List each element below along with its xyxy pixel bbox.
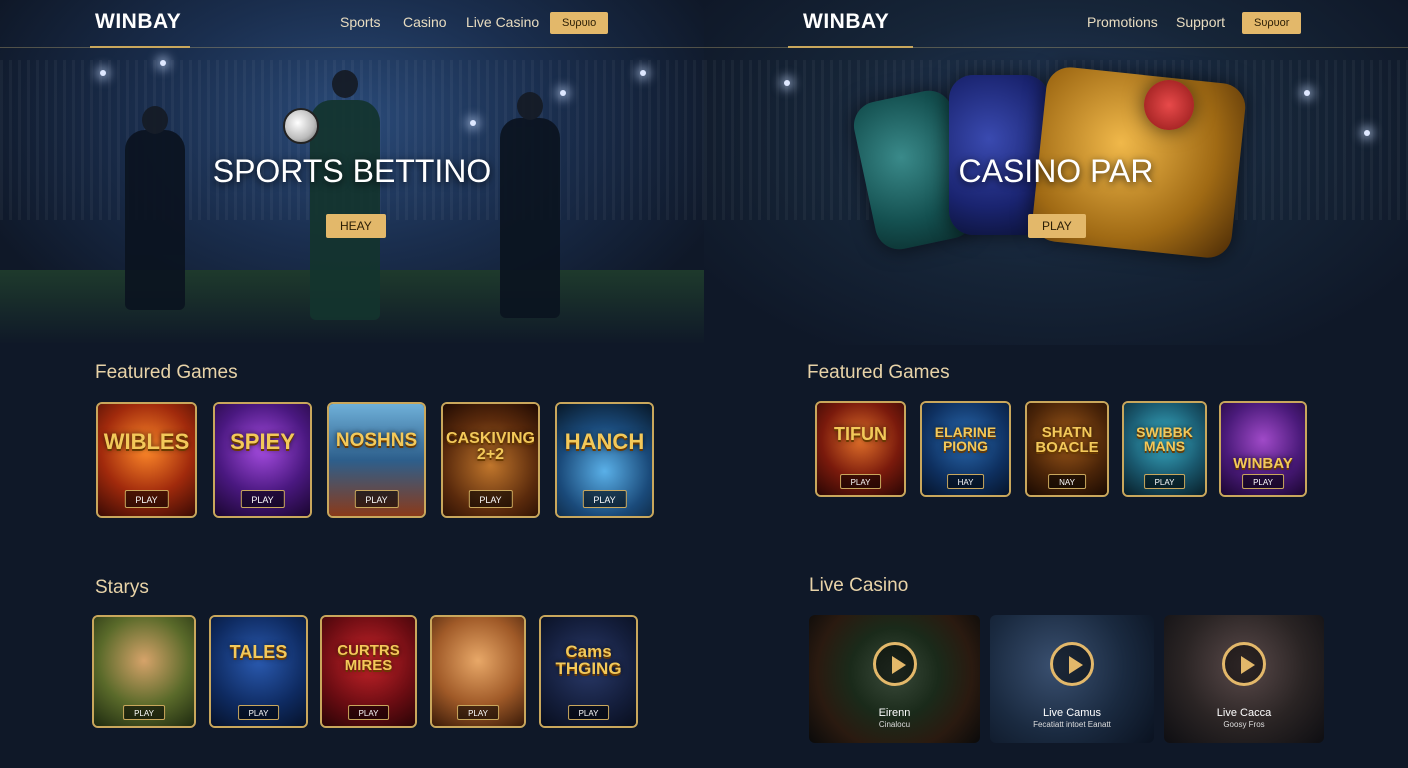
play-icon[interactable]	[1222, 641, 1266, 686]
active-indicator	[90, 46, 190, 48]
player-silhouette	[500, 92, 560, 318]
featured-games-title: Featured Games	[95, 362, 238, 383]
game-card[interactable]: Cams THGING PLAY	[539, 615, 638, 728]
play-button[interactable]: PLAY	[468, 490, 513, 508]
nav-sports[interactable]: Sports	[340, 14, 380, 30]
nav-promotions[interactable]: Promotions	[1087, 14, 1158, 30]
top-nav: WINBAY Sports Casino Live Casino Sυρυιο	[0, 0, 704, 48]
stadium-light	[560, 90, 566, 96]
logo[interactable]: WINBAY	[803, 10, 889, 34]
stadium-light	[470, 120, 476, 126]
play-button[interactable]: PLAY	[1143, 474, 1186, 489]
live-casino-title: Live Casino	[809, 575, 909, 596]
top-nav: WINBAY Promotions Support Sυρυοr	[704, 0, 1408, 48]
stadium-light	[640, 70, 646, 76]
section-title: Starys	[95, 577, 149, 598]
stadium-light	[1364, 130, 1370, 136]
play-button[interactable]: HAY	[946, 474, 985, 489]
play-button[interactable]: PLAY	[237, 705, 280, 720]
game-card[interactable]: ELARINE PIONG HAY	[920, 401, 1011, 497]
play-button[interactable]: PLAY	[240, 490, 285, 508]
play-button[interactable]: PLAY	[582, 490, 627, 508]
game-card[interactable]: TIFUN PLAY	[815, 401, 906, 497]
hero-play-button[interactable]: PLAY	[1028, 214, 1086, 238]
game-card[interactable]: SHATN BOACLE NAY	[1025, 401, 1109, 497]
play-button[interactable]: PLAY	[354, 490, 399, 508]
live-game-card[interactable]: Eirenn Cinalocu	[809, 615, 980, 743]
play-button[interactable]: PLAY	[347, 705, 390, 720]
player-silhouette	[310, 70, 380, 320]
football-icon	[283, 108, 319, 144]
nav-live-casino[interactable]: Live Casino	[466, 14, 539, 30]
logo[interactable]: WINBAY	[95, 10, 181, 34]
stadium-light	[160, 60, 166, 66]
play-button[interactable]: PLAY	[567, 705, 610, 720]
featured-games-title: Featured Games	[807, 362, 950, 383]
red-chip-icon	[1144, 80, 1194, 130]
play-button[interactable]: NAY	[1048, 474, 1086, 489]
support-button[interactable]: Sυρυιο	[550, 12, 609, 34]
stadium-light	[100, 70, 106, 76]
live-game-card[interactable]: Live Cacca Goosy Fros	[1164, 615, 1324, 743]
play-button[interactable]: PLAY	[123, 705, 165, 720]
game-card[interactable]: SWIBBK MANS PLAY	[1122, 401, 1207, 497]
game-card[interactable]: HANCH PLAY	[555, 402, 654, 518]
active-indicator	[788, 46, 913, 48]
game-card[interactable]: CASKIVING 2+2 PLAY	[441, 402, 540, 518]
stadium-light	[784, 80, 790, 86]
game-card[interactable]: NOSHNS PLAY	[327, 402, 426, 518]
hero-title: SPORTS BETTINO	[212, 153, 492, 189]
play-icon[interactable]	[1050, 641, 1094, 686]
support-button[interactable]: Sυρυοr	[1242, 12, 1302, 34]
play-button[interactable]: PLAY	[1242, 474, 1284, 489]
stadium-light	[1304, 90, 1310, 96]
game-card[interactable]: PLAY	[92, 615, 196, 728]
game-card[interactable]: WIBLES PLAY	[96, 402, 197, 518]
hero-play-button[interactable]: HEAY	[326, 214, 386, 238]
game-card[interactable]: WINBAY PLAY	[1219, 401, 1307, 497]
casino-panel: WINBAY Promotions Support Sυρυοr CASINO …	[704, 0, 1408, 768]
play-icon[interactable]	[872, 641, 917, 686]
hero-title: CASINO PAR	[958, 153, 1154, 189]
play-button[interactable]: PLAY	[839, 474, 882, 489]
game-card[interactable]: CURTRS MIRES PLAY	[320, 615, 417, 728]
play-button[interactable]: PLAY	[457, 705, 499, 720]
game-card[interactable]: PLAY	[430, 615, 526, 728]
nav-casino[interactable]: Casino	[403, 14, 447, 30]
live-game-card[interactable]: Live Camus Fecatiatt intoet Eanatt	[990, 615, 1154, 743]
game-card[interactable]: TALES PLAY	[209, 615, 308, 728]
game-card[interactable]: SPIEY PLAY	[213, 402, 312, 518]
nav-support[interactable]: Support	[1176, 14, 1225, 30]
play-button[interactable]: PLAY	[124, 490, 169, 508]
sports-panel: WINBAY Sports Casino Live Casino Sυρυιο …	[0, 0, 704, 768]
